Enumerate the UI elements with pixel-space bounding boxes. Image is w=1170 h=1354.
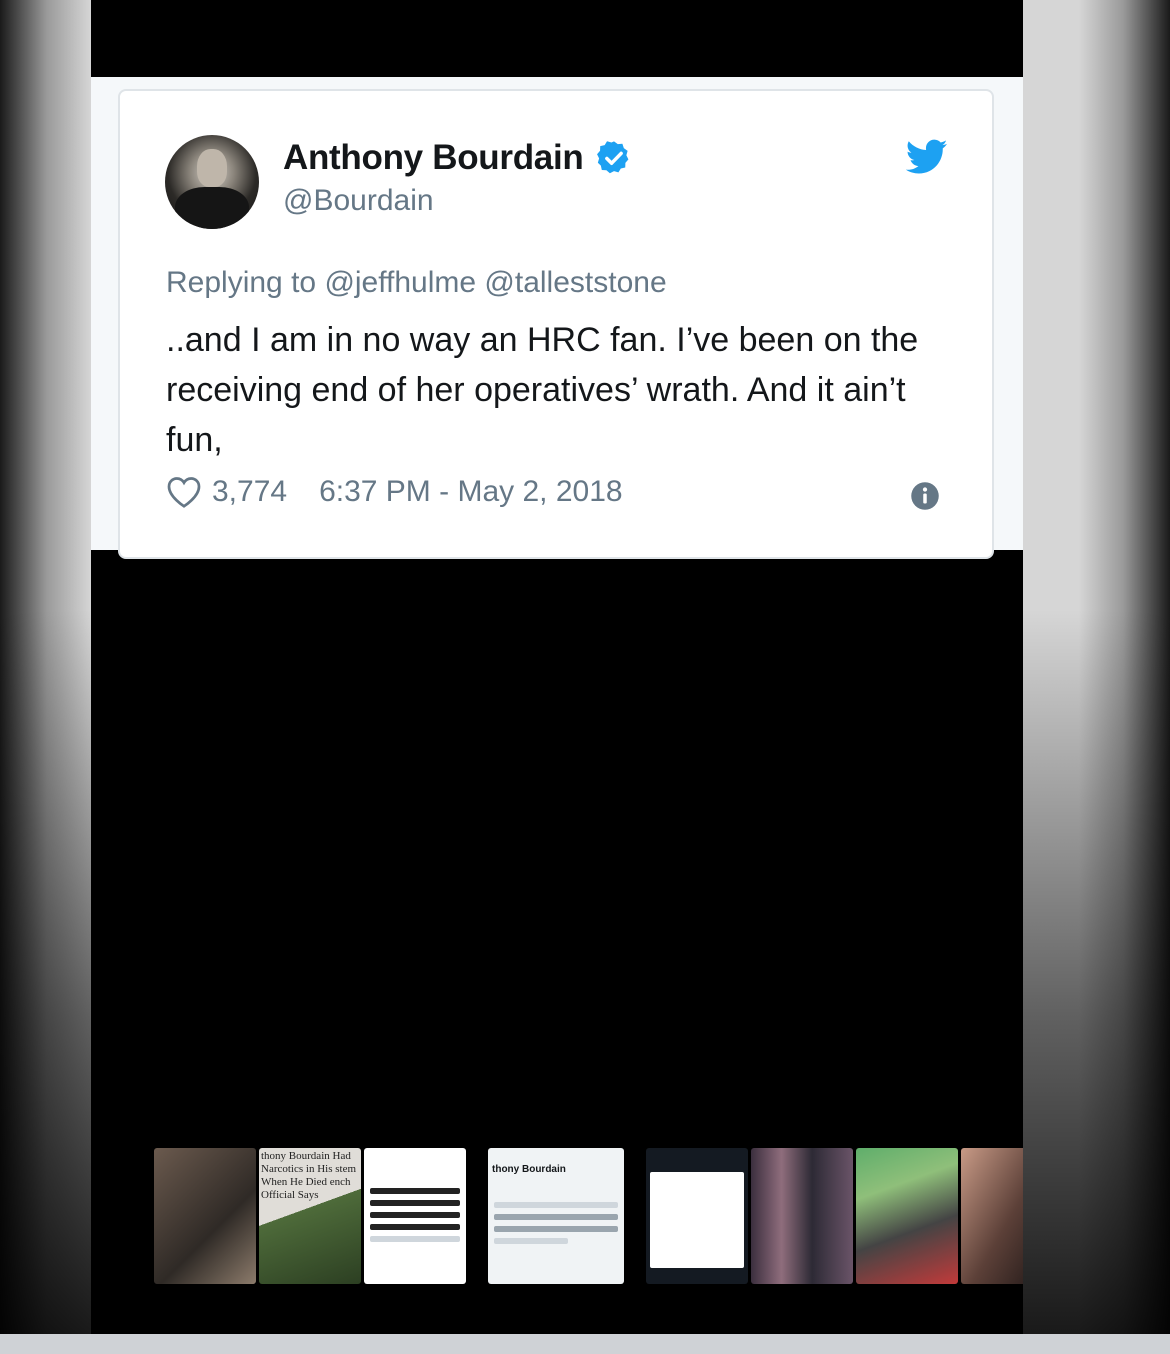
filmstrip-thumb[interactable]	[751, 1148, 853, 1284]
filmstrip-thumb[interactable]	[646, 1148, 748, 1284]
replying-prefix: Replying to	[166, 266, 317, 299]
display-name[interactable]: Anthony Bourdain	[283, 138, 584, 178]
avatar-face	[197, 149, 227, 187]
system-nav-bar[interactable]	[0, 1334, 1170, 1354]
reply-mentions[interactable]: @jeffhulme @talleststone	[324, 266, 666, 299]
tweet-text: ..and I am in no way an HRC fan. I’ve be…	[166, 321, 919, 459]
filmstrip-thumb[interactable]	[961, 1148, 1023, 1284]
filmstrip-thumb[interactable]	[154, 1148, 256, 1284]
avatar[interactable]	[165, 135, 259, 229]
filmstrip-thumb[interactable]	[364, 1148, 466, 1284]
info-icon[interactable]	[910, 481, 940, 511]
image-viewer: Anthony Bourdain @Bourdain Replying to @…	[91, 0, 1023, 1334]
filmstrip: thony Bourdain Had Narcotics in His stem…	[154, 1148, 1023, 1284]
filmstrip-thumb-selected[interactable]: thony Bourdain	[488, 1148, 624, 1284]
thumb-inner-card	[650, 1172, 744, 1268]
avatar-shirt	[175, 187, 249, 229]
twitter-bird-icon[interactable]	[906, 139, 948, 175]
like-count: 3,774	[212, 475, 288, 508]
filmstrip-thumb[interactable]: thony Bourdain Had Narcotics in His stem…	[259, 1148, 361, 1284]
filmstrip-thumb[interactable]	[856, 1148, 958, 1284]
thumb-lines	[370, 1182, 460, 1248]
tweet-meta: 3,774 6:37 PM - May 2, 2018	[166, 475, 623, 509]
thumb-lines	[494, 1196, 618, 1250]
tweet-embed-area: Anthony Bourdain @Bourdain Replying to @…	[91, 77, 1023, 559]
thumb-caption: thony Bourdain	[492, 1164, 566, 1175]
name-row: Anthony Bourdain	[283, 138, 633, 178]
tweet-card[interactable]: Anthony Bourdain @Bourdain Replying to @…	[118, 89, 994, 559]
thumb-caption: thony Bourdain Had Narcotics in His stem…	[261, 1150, 357, 1201]
user-handle[interactable]: @Bourdain	[283, 184, 434, 218]
tweet-timestamp[interactable]: 6:37 PM - May 2, 2018	[319, 475, 623, 509]
heart-icon[interactable]	[166, 475, 202, 509]
verified-badge-icon	[597, 141, 629, 174]
reply-context: Replying to @jeffhulme @talleststone	[166, 266, 667, 300]
